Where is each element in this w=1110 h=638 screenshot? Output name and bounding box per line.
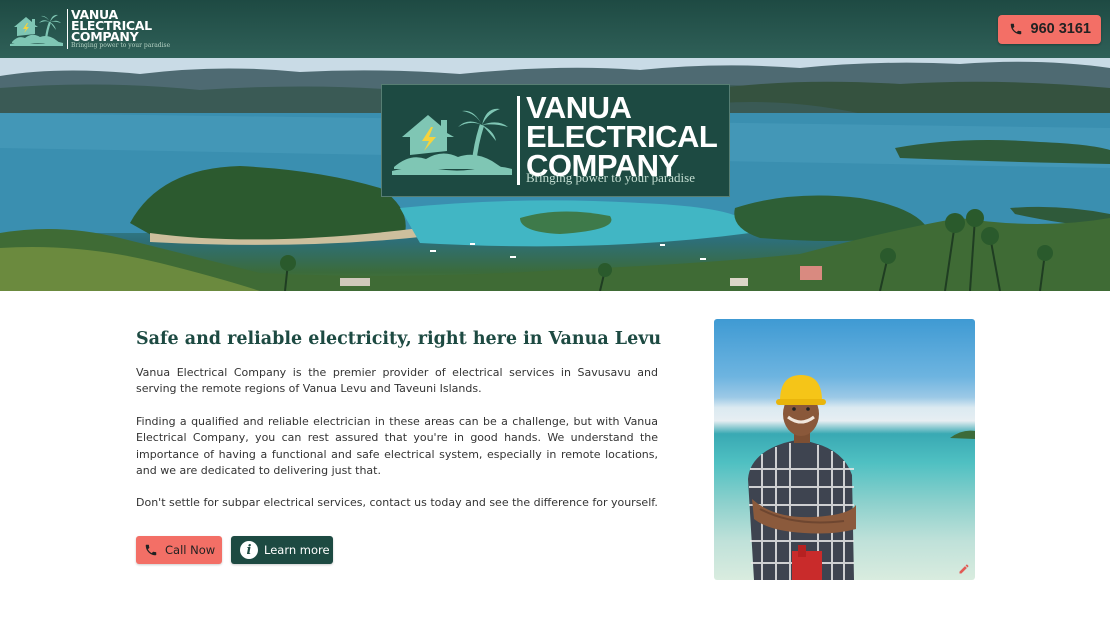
phone-button-label: 960 3161	[1030, 21, 1091, 37]
house-island-palm-logo-icon	[10, 14, 63, 46]
page-headline: Safe and reliable electricity, right her…	[136, 329, 662, 349]
electrician-photo	[714, 319, 975, 580]
info-icon: i	[240, 541, 258, 559]
learn-more-button[interactable]: i Learn more	[231, 536, 333, 564]
cta-paragraph: Don't settle for subpar electrical servi…	[136, 496, 658, 509]
nav-logo-text: VANUA ELECTRICAL COMPANY Bringing power …	[67, 8, 171, 49]
intro-paragraph: Vanua Electrical Company is the premier …	[136, 366, 658, 396]
house-island-palm-logo-icon	[392, 108, 512, 175]
electrician-on-beach-image	[748, 375, 975, 580]
hero-logo-tagline: Bringing power to your paradise	[526, 170, 695, 185]
call-now-label: Call Now	[165, 543, 216, 557]
hero-logo-divider	[517, 96, 520, 185]
navbar: VANUA ELECTRICAL COMPANY Bringing power …	[0, 0, 1110, 58]
hero-banner: VANUA ELECTRICAL COMPANY Bringing power …	[0, 58, 1110, 291]
phone-icon	[1010, 23, 1021, 35]
phone-icon	[145, 544, 157, 556]
call-now-button[interactable]: Call Now	[136, 536, 222, 564]
learn-more-label: Learn more	[264, 543, 330, 557]
hero-logo-title-line1: VANUA	[526, 90, 632, 125]
nav-logo[interactable]: VANUA ELECTRICAL COMPANY Bringing power …	[10, 8, 171, 49]
edit-pencil-icon[interactable]	[958, 563, 970, 575]
hero-logo-title-line2: ELECTRICAL	[526, 119, 718, 154]
hero-logo-title: VANUA ELECTRICAL COMPANY	[526, 90, 726, 181]
nav-logo-tagline: Bringing power to your paradise	[71, 42, 171, 49]
details-paragraph: Finding a qualified and reliable electri…	[136, 415, 658, 477]
phone-button[interactable]: 960 3161	[997, 14, 1101, 44]
hero-logo: VANUA ELECTRICAL COMPANY Bringing power …	[381, 84, 730, 197]
